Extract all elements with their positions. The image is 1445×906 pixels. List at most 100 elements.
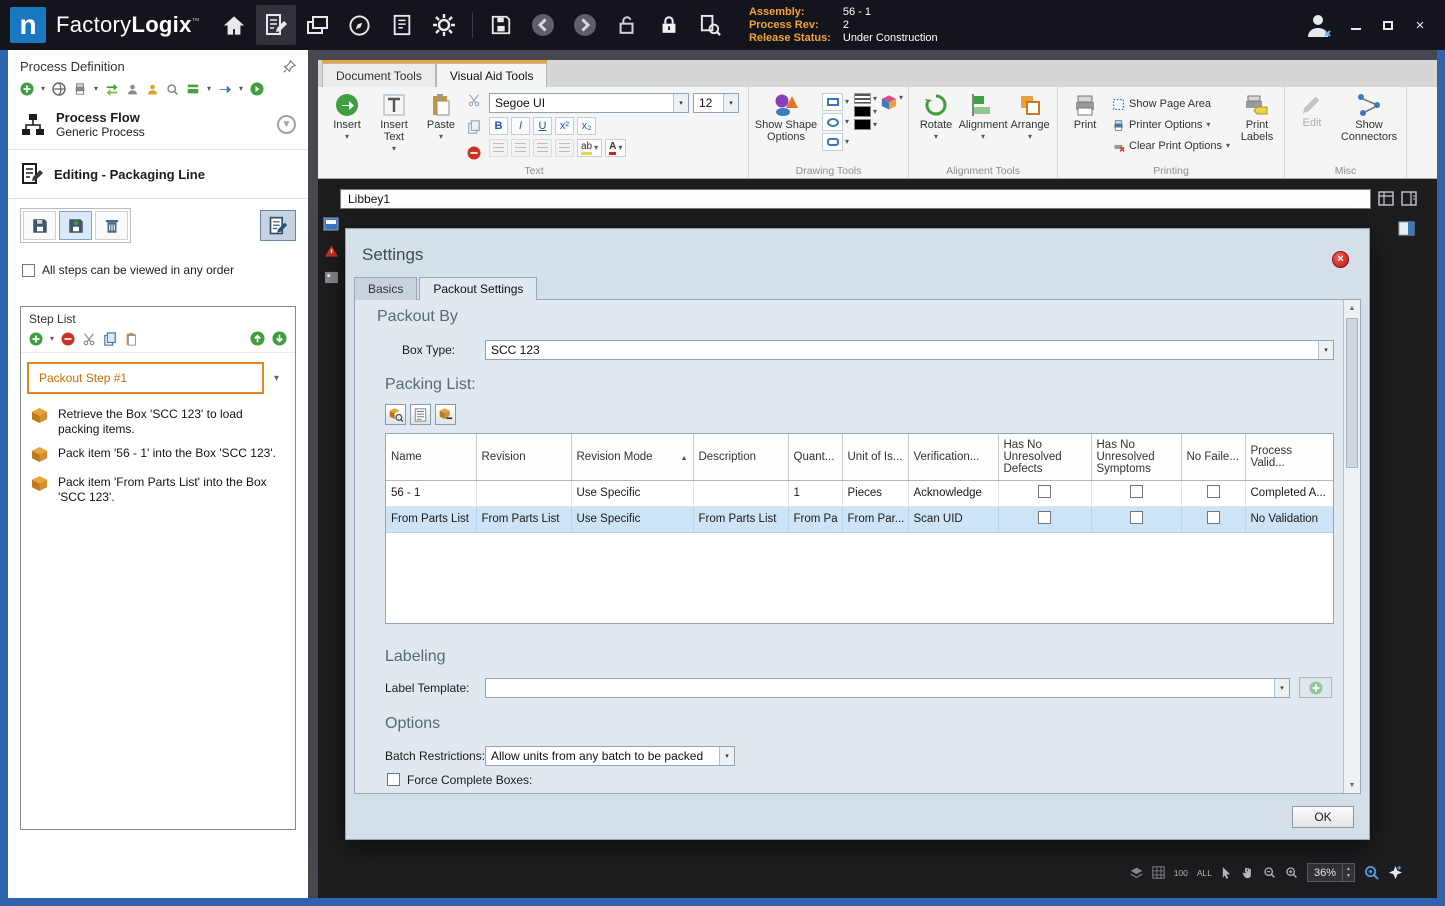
step-expand-chevron-icon[interactable]: ▾ [274,373,279,384]
layers-status-icon[interactable] [1130,866,1143,879]
dropdown-arrow-icon[interactable]: ▾ [50,334,54,343]
packing-list-table[interactable]: Name Revision ▲ Revision Mode Description… [385,433,1334,624]
column-header[interactable]: Process Valid... [1245,434,1333,481]
user-logout-icon[interactable] [1299,5,1339,45]
remove-icon[interactable] [467,146,481,160]
box-type-select[interactable]: SCC 123 ▾ [485,340,1334,360]
symptoms-checkbox[interactable] [1129,485,1143,498]
delete-process-button[interactable] [95,211,128,240]
grid-view-icon[interactable] [1378,191,1394,206]
move-step-down-icon[interactable] [272,331,287,346]
dropdown-arrow-icon[interactable]: ▾ [719,747,734,765]
dropdown-arrow-icon[interactable]: ▾ [1206,121,1210,129]
dialog-close-icon[interactable]: × [1332,251,1349,268]
pin-icon[interactable] [283,60,296,73]
move-step-up-icon[interactable] [250,331,265,346]
arrange-button[interactable]: Arrange ▾ [1008,90,1052,163]
underline-button[interactable]: U [533,117,552,135]
minimize-button[interactable] [1341,11,1371,39]
column-header[interactable]: Has No Unresolved Symptoms [1091,434,1182,481]
clear-print-options-button[interactable]: Clear Print Options ▾ [1112,137,1230,155]
label-template-select[interactable]: ▾ [485,678,1290,698]
selected-step-row[interactable]: Packout Step #1 ▾ [27,362,291,394]
dropdown-arrow-icon[interactable]: ▾ [873,120,877,129]
remove-part-button[interactable] [435,404,456,425]
defects-checkbox[interactable] [1038,485,1051,498]
run-icon[interactable] [250,82,264,96]
dropdown-arrow-icon[interactable]: ▾ [673,94,688,112]
add-icon[interactable] [20,82,34,96]
tab-visual-aid-tools[interactable]: Visual Aid Tools [435,63,548,87]
print-icon[interactable] [73,82,87,96]
align-left-button[interactable] [489,139,508,157]
import-process-button[interactable] [59,211,92,240]
insert-text-button[interactable]: Insert Text ▾ [372,90,416,163]
paste-button[interactable]: Paste ▾ [419,90,463,163]
insert-button[interactable]: Insert ▾ [325,90,369,163]
dropdown-arrow-icon[interactable]: ▾ [873,107,877,116]
column-header[interactable]: No Faile... [1181,434,1246,481]
column-header[interactable]: Name [386,434,477,481]
no-failed-checkbox[interactable] [1206,511,1220,524]
zoom-level-stepper[interactable]: 36% ▲ ▼ [1307,863,1355,882]
cube-3d-icon[interactable] [881,94,897,110]
dropdown-arrow-icon[interactable]: ▾ [239,85,243,93]
scroll-up-icon[interactable]: ▲ [1344,300,1360,316]
printer-options-button[interactable]: Printer Options ▾ [1112,116,1230,134]
table-row[interactable]: 56 - 1 Use Specific 1 Pieces Acknowledge [386,480,1333,507]
rectangle-shape-button[interactable] [822,93,843,111]
part-details-button[interactable] [410,404,431,425]
lock-icon[interactable] [649,5,689,45]
save-process-button[interactable] [23,211,56,240]
publish-icon[interactable] [218,82,232,96]
add-step-icon[interactable] [29,332,43,346]
dropdown-arrow-icon[interactable]: ▾ [1318,341,1333,359]
dropdown-arrow-icon[interactable]: ▾ [207,85,211,93]
zoom-fit-icon[interactable] [1364,865,1379,880]
column-header[interactable]: Verification... [908,434,999,481]
dropdown-arrow-icon[interactable]: ▾ [845,98,849,106]
cut-icon[interactable] [467,93,481,107]
user-icon[interactable] [126,83,139,96]
highlight-color-button[interactable]: ab ▾ [577,139,603,157]
table-row[interactable]: From Parts List From Parts List Use Spec… [386,506,1333,533]
zoom-100-label[interactable]: 100 [1174,868,1188,878]
ok-button[interactable]: OK [1292,806,1354,828]
add-part-button[interactable] [385,404,406,425]
close-window-button[interactable]: × [1405,11,1435,39]
reports-icon[interactable] [382,5,422,45]
dropdown-arrow-icon[interactable]: ▾ [845,118,849,126]
transfer-icon[interactable] [105,82,119,96]
dropdown-arrow-icon[interactable]: ▾ [41,85,45,93]
column-header[interactable]: Revision [476,434,572,481]
line-color-button[interactable] [854,106,872,117]
show-connectors-button[interactable]: Show Connectors [1337,90,1401,163]
defects-checkbox[interactable] [1038,511,1051,524]
approver-icon[interactable] [146,83,159,96]
zoom-out-icon[interactable] [1263,866,1276,879]
zoom-in-icon[interactable] [1285,866,1298,879]
add-label-template-button[interactable] [1299,677,1332,698]
globe-icon[interactable] [52,82,66,96]
zoom-all-label[interactable]: ALL [1197,868,1212,878]
column-header[interactable]: Has No Unresolved Defects [998,434,1092,481]
selected-step[interactable]: Packout Step #1 [27,362,264,394]
tab-basics[interactable]: Basics [354,277,418,300]
align-justify-button[interactable] [555,139,574,157]
collapse-panel-icon[interactable] [1398,221,1415,241]
align-right-button[interactable] [533,139,552,157]
zoom-up-icon[interactable]: ▲ [1343,866,1354,873]
remove-step-icon[interactable] [61,332,75,346]
settings-gear-icon[interactable] [424,5,464,45]
italic-button[interactable]: I [511,117,530,135]
scrollbar-thumb[interactable] [1346,318,1358,468]
image-tool-icon[interactable] [323,271,339,284]
panel-blue-icon[interactable] [323,217,339,231]
batch-restrictions-select[interactable]: Allow units from any batch to be packed ▾ [485,746,735,766]
navigator-icon[interactable] [340,5,380,45]
align-center-button[interactable] [511,139,530,157]
list-item[interactable]: Pack item 'From Parts List' into the Box… [21,468,295,507]
copy-icon[interactable] [467,119,481,134]
save-icon[interactable] [481,5,521,45]
home-icon[interactable] [214,5,254,45]
